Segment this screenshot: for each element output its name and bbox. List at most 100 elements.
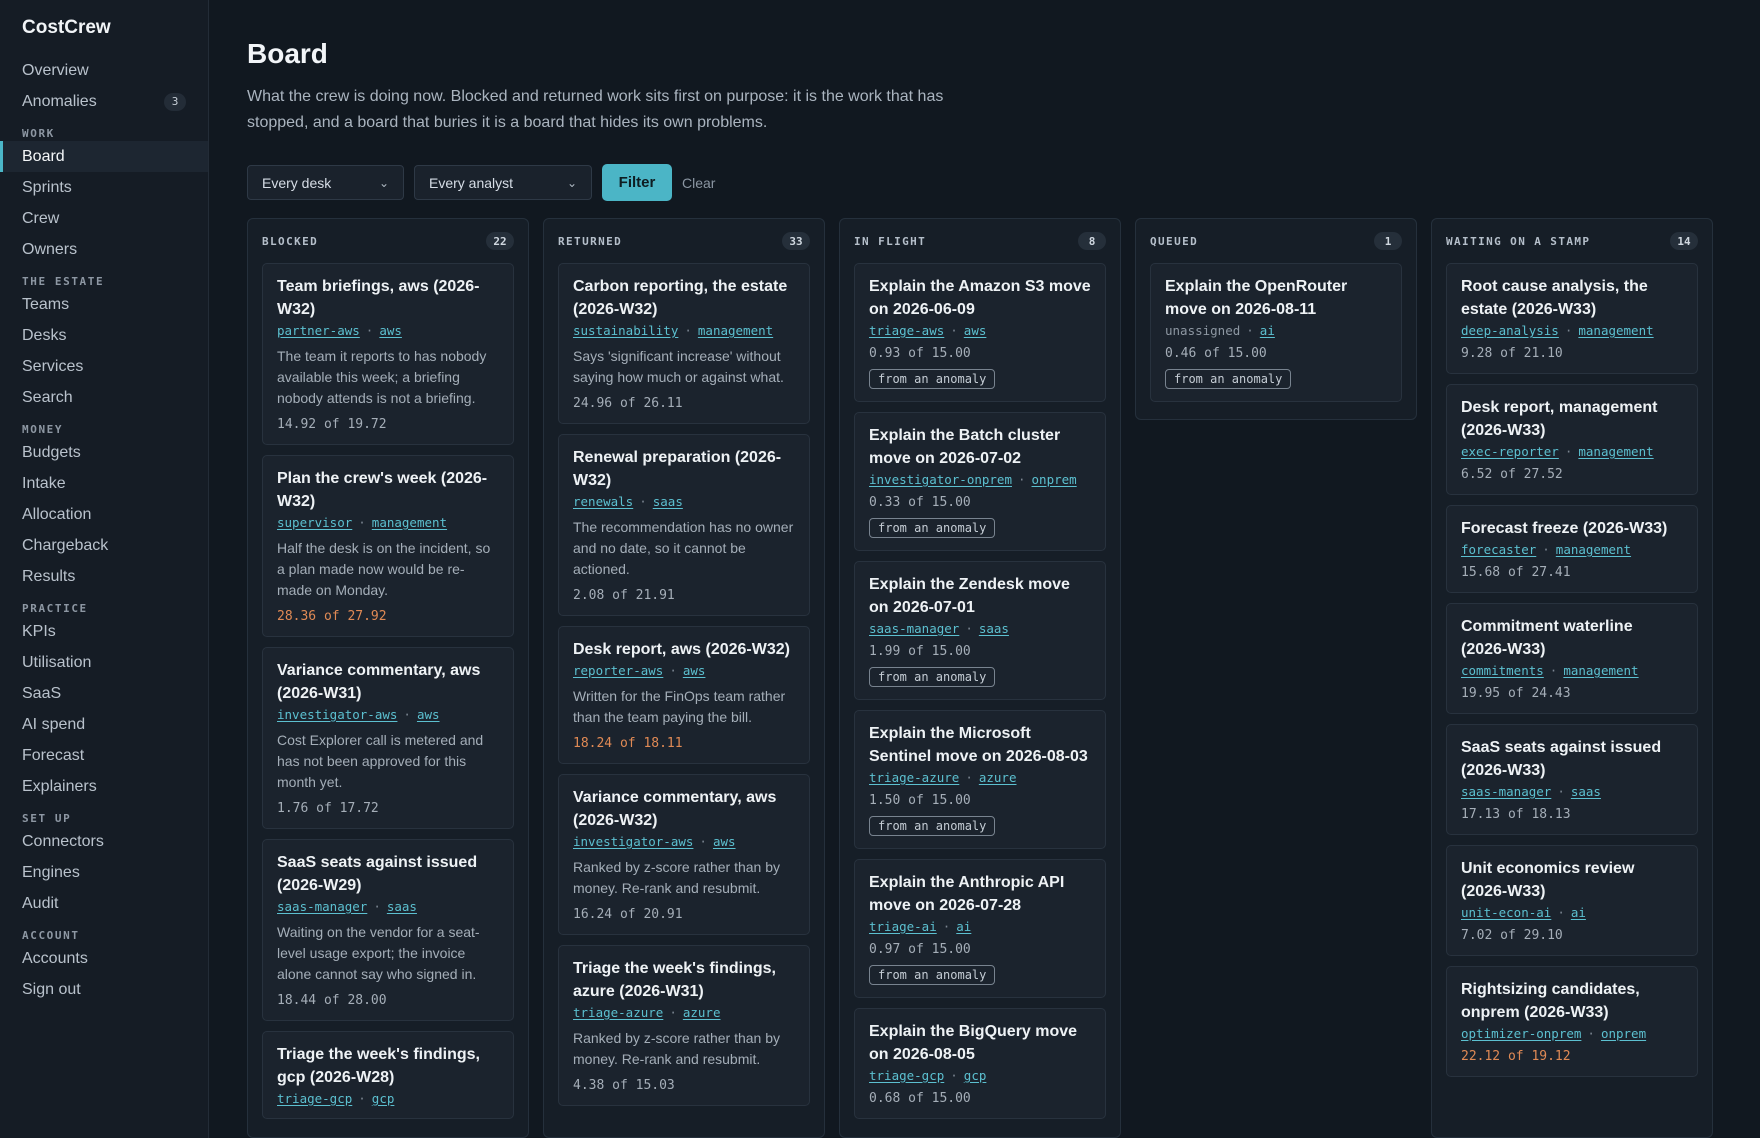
nav-item-connectors[interactable]: Connectors <box>0 826 208 857</box>
nav-item-audit[interactable]: Audit <box>0 888 208 919</box>
nav-item-results[interactable]: Results <box>0 561 208 592</box>
desk-link[interactable]: azure <box>683 1005 721 1020</box>
work-card[interactable]: Renewal preparation (2026-W32) renewals · s… <box>558 434 810 616</box>
nav-item-accounts[interactable]: Accounts <box>0 943 208 974</box>
brand-logo[interactable]: CostCrew <box>22 17 111 39</box>
clear-button[interactable]: Clear <box>682 175 715 191</box>
nav-item-anomalies[interactable]: Anomalies 3 <box>0 86 208 117</box>
nav-item-forecast[interactable]: Forecast <box>0 740 208 771</box>
card-title[interactable]: Root cause analysis, the estate (2026-W3… <box>1461 275 1683 321</box>
work-card[interactable]: Desk report, management (2026-W33) exec-r… <box>1446 384 1698 495</box>
card-title[interactable]: Explain the Batch cluster move on 2026-0… <box>869 424 1091 470</box>
nav-item-explainers[interactable]: Explainers <box>0 771 208 802</box>
work-card[interactable]: Triage the week's findings, gcp (2026-W2… <box>262 1031 514 1119</box>
desk-link[interactable]: ai <box>1260 323 1275 338</box>
nav-item-desks[interactable]: Desks <box>0 320 208 351</box>
card-title[interactable]: Plan the crew's week (2026-W32) <box>277 467 499 513</box>
work-card[interactable]: Team briefings, aws (2026-W32) partner-aw… <box>262 263 514 445</box>
work-card[interactable]: Variance commentary, aws (2026-W32) inves… <box>558 774 810 935</box>
card-title[interactable]: Explain the Amazon S3 move on 2026-06-09 <box>869 275 1091 321</box>
desk-link[interactable]: management <box>1578 323 1653 338</box>
owner-link[interactable]: reporter-aws <box>573 663 663 678</box>
owner-link[interactable]: investigator-aws <box>277 707 397 722</box>
work-card[interactable]: Explain the Amazon S3 move on 2026-06-09… <box>854 263 1106 402</box>
analyst-select[interactable]: Every analyst ⌄ <box>414 165 592 200</box>
owner-link[interactable]: deep-analysis <box>1461 323 1559 338</box>
owner-link[interactable]: unit-econ-ai <box>1461 905 1551 920</box>
owner-link[interactable]: forecaster <box>1461 542 1536 557</box>
work-card[interactable]: Root cause analysis, the estate (2026-W3… <box>1446 263 1698 374</box>
card-title[interactable]: Unit economics review (2026-W33) <box>1461 857 1683 903</box>
desk-select[interactable]: Every desk ⌄ <box>247 165 404 200</box>
nav-item-board[interactable]: Board <box>0 141 208 172</box>
owner-link[interactable]: triage-azure <box>869 770 959 785</box>
card-title[interactable]: Explain the Anthropic API move on 2026-0… <box>869 871 1091 917</box>
card-title[interactable]: Desk report, aws (2026-W32) <box>573 638 795 661</box>
desk-link[interactable]: saas <box>653 494 683 509</box>
owner-link[interactable]: saas-manager <box>869 621 959 636</box>
work-card[interactable]: Rightsizing candidates, onprem (2026-W33… <box>1446 966 1698 1077</box>
desk-link[interactable]: onprem <box>1032 472 1077 487</box>
work-card[interactable]: Explain the Batch cluster move on 2026-0… <box>854 412 1106 551</box>
nav-item-kpis[interactable]: KPIs <box>0 616 208 647</box>
card-title[interactable]: Variance commentary, aws (2026-W32) <box>573 786 795 832</box>
desk-link[interactable]: aws <box>417 707 440 722</box>
nav-item-ai-spend[interactable]: AI spend <box>0 709 208 740</box>
desk-link[interactable]: gcp <box>964 1068 987 1083</box>
work-card[interactable]: Explain the Zendesk move on 2026-07-01 sa… <box>854 561 1106 700</box>
nav-item-intake[interactable]: Intake <box>0 468 208 499</box>
owner-link[interactable]: supervisor <box>277 515 352 530</box>
owner-link[interactable]: triage-gcp <box>869 1068 944 1083</box>
card-title[interactable]: Variance commentary, aws (2026-W31) <box>277 659 499 705</box>
work-card[interactable]: Explain the BigQuery move on 2026-08-05 t… <box>854 1008 1106 1119</box>
work-card[interactable]: Explain the Microsoft Sentinel move on 2… <box>854 710 1106 849</box>
card-title[interactable]: SaaS seats against issued (2026-W29) <box>277 851 499 897</box>
desk-link[interactable]: management <box>1556 542 1631 557</box>
nav-item-utilisation[interactable]: Utilisation <box>0 647 208 678</box>
filter-button[interactable]: Filter <box>602 164 672 201</box>
desk-link[interactable]: aws <box>683 663 706 678</box>
nav-item-saas[interactable]: SaaS <box>0 678 208 709</box>
desk-link[interactable]: saas <box>979 621 1009 636</box>
work-card[interactable]: Unit economics review (2026-W33) unit-eco… <box>1446 845 1698 956</box>
work-card[interactable]: Desk report, aws (2026-W32) reporter-aws ·… <box>558 626 810 764</box>
nav-item-crew[interactable]: Crew <box>0 203 208 234</box>
desk-link[interactable]: azure <box>979 770 1017 785</box>
owner-link[interactable]: investigator-aws <box>573 834 693 849</box>
owner-link[interactable]: exec-reporter <box>1461 444 1559 459</box>
nav-item-search[interactable]: Search <box>0 382 208 413</box>
owner-link[interactable]: saas-manager <box>1461 784 1551 799</box>
work-card[interactable]: Variance commentary, aws (2026-W31) inves… <box>262 647 514 829</box>
card-title[interactable]: Renewal preparation (2026-W32) <box>573 446 795 492</box>
nav-item-teams[interactable]: Teams <box>0 289 208 320</box>
nav-item-owners[interactable]: Owners <box>0 234 208 265</box>
work-card[interactable]: Forecast freeze (2026-W33) forecaster · man… <box>1446 505 1698 593</box>
owner-link[interactable]: triage-ai <box>869 919 937 934</box>
card-title[interactable]: Triage the week's findings, gcp (2026-W2… <box>277 1043 499 1089</box>
nav-item-overview[interactable]: Overview <box>0 55 208 86</box>
card-title[interactable]: Carbon reporting, the estate (2026-W32) <box>573 275 795 321</box>
card-title[interactable]: Forecast freeze (2026-W33) <box>1461 517 1683 540</box>
work-card[interactable]: Triage the week's findings, azure (2026-… <box>558 945 810 1106</box>
work-card[interactable]: SaaS seats against issued (2026-W33) saas… <box>1446 724 1698 835</box>
card-title[interactable]: Explain the Microsoft Sentinel move on 2… <box>869 722 1091 768</box>
card-title[interactable]: Triage the week's findings, azure (2026-… <box>573 957 795 1003</box>
nav-item-sign-out[interactable]: Sign out <box>0 974 208 1005</box>
desk-link[interactable]: ai <box>1571 905 1586 920</box>
owner-link[interactable]: commitments <box>1461 663 1544 678</box>
card-title[interactable]: SaaS seats against issued (2026-W33) <box>1461 736 1683 782</box>
nav-item-chargeback[interactable]: Chargeback <box>0 530 208 561</box>
nav-item-sprints[interactable]: Sprints <box>0 172 208 203</box>
desk-link[interactable]: management <box>1578 444 1653 459</box>
desk-link[interactable]: ai <box>956 919 971 934</box>
owner-link[interactable]: optimizer-onprem <box>1461 1026 1581 1041</box>
owner-link[interactable]: triage-aws <box>869 323 944 338</box>
owner-link[interactable]: saas-manager <box>277 899 367 914</box>
work-card[interactable]: Commitment waterline (2026-W33) commitmen… <box>1446 603 1698 714</box>
work-card[interactable]: Carbon reporting, the estate (2026-W32) s… <box>558 263 810 424</box>
nav-item-budgets[interactable]: Budgets <box>0 437 208 468</box>
card-title[interactable]: Explain the BigQuery move on 2026-08-05 <box>869 1020 1091 1066</box>
desk-link[interactable]: management <box>372 515 447 530</box>
desk-link[interactable]: saas <box>1571 784 1601 799</box>
card-title[interactable]: Commitment waterline (2026-W33) <box>1461 615 1683 661</box>
